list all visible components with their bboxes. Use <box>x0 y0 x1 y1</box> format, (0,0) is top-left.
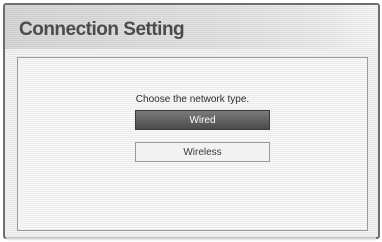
wired-option[interactable]: Wired <box>135 110 270 130</box>
screen: Connection Setting Choose the network ty… <box>0 0 382 242</box>
title-bar: Connection Setting <box>5 5 378 49</box>
dialog-shadow <box>6 237 376 241</box>
network-type-prompt: Choose the network type. <box>135 94 250 105</box>
dialog-title: Connection Setting <box>19 19 185 40</box>
connection-setting-dialog: Connection Setting Choose the network ty… <box>3 3 380 239</box>
wireless-option[interactable]: Wireless <box>135 142 270 162</box>
content-panel: Choose the network type. Wired Wireless <box>17 57 368 231</box>
